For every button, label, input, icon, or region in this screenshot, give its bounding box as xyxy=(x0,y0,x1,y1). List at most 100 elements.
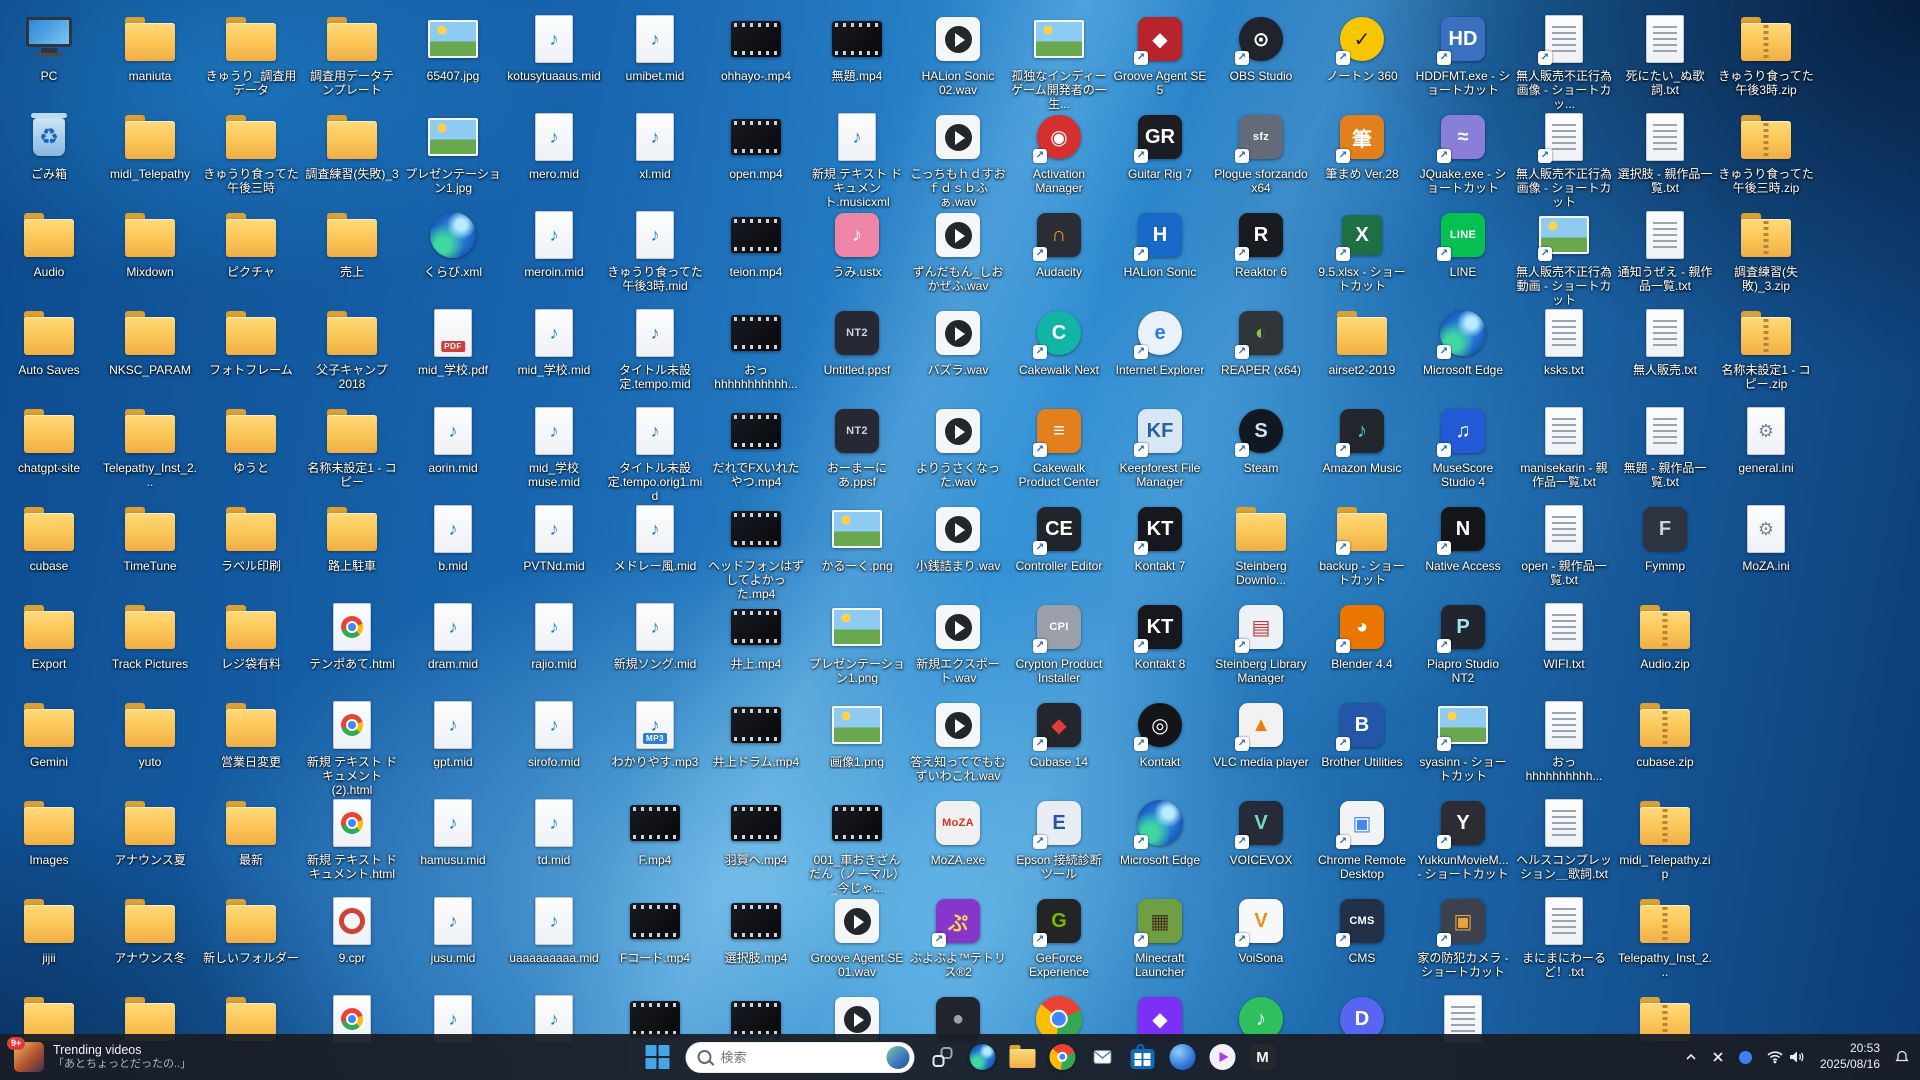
desktop-icon[interactable]: Telepathy_Inst_2... xyxy=(100,404,200,489)
desktop-icon[interactable]: 画像1.png xyxy=(807,698,907,769)
desktop-icon[interactable]: おっhhhhhhhhhh... xyxy=(1514,698,1614,783)
desktop-icon[interactable]: midi_Telepathy xyxy=(100,110,200,181)
desktop-icon[interactable]: テンポあて.html xyxy=(302,600,402,671)
desktop-icon[interactable]: Audio xyxy=(0,208,99,279)
desktop-icon[interactable]: GRGuitar Rig 7 xyxy=(1110,110,1210,181)
desktop-icon[interactable]: manisekarin - 親作品一覧.txt xyxy=(1514,404,1614,489)
desktop-icon[interactable]: ◕Blender 4.4 xyxy=(1312,600,1412,671)
desktop-icon[interactable]: ♪Amazon Music xyxy=(1312,404,1412,475)
desktop-icon[interactable]: 父子キャンプ2018 xyxy=(302,306,402,391)
desktop-icon[interactable]: だれでFXいれたやつ.mp4 xyxy=(706,404,806,489)
desktop-icon[interactable]: 営業日変更 xyxy=(201,698,301,769)
desktop-icon[interactable]: ♪MP3わかりやす.mp3 xyxy=(605,698,705,769)
desktop-icon[interactable]: ゆうと xyxy=(201,404,301,475)
desktop-icon[interactable]: YYukkunMovieM... - ショートカット xyxy=(1413,796,1513,881)
desktop-icon[interactable]: 9.cpr xyxy=(302,894,402,965)
desktop-icon[interactable]: アナウンス冬 xyxy=(100,894,200,965)
desktop-icon[interactable]: backup - ショートカット xyxy=(1312,502,1412,587)
desktop-icon[interactable]: 死にたい_ぬ歌詞.txt xyxy=(1615,12,1715,97)
desktop-icon[interactable]: KTKontakt 7 xyxy=(1110,502,1210,573)
desktop-icon[interactable]: Groove Agent SE 01.wav xyxy=(807,894,907,979)
desktop-icon[interactable]: ラベル印刷 xyxy=(201,502,301,573)
desktop-icon[interactable]: ▦Minecraft Launcher xyxy=(1110,894,1210,979)
desktop-icon[interactable]: NNative Access xyxy=(1413,502,1513,573)
desktop-icon[interactable]: ♪dram.mid xyxy=(403,600,503,671)
tray-app-blue-button[interactable] xyxy=(1732,1038,1759,1076)
desktop-icon[interactable]: ずんだもん_しおかぜふ.wav xyxy=(908,208,1008,293)
desktop-icon[interactable]: ▲VLC media player xyxy=(1211,698,1311,769)
desktop-icon[interactable]: Track Pictures xyxy=(100,600,200,671)
desktop-icon[interactable]: RReaktor 6 xyxy=(1211,208,1311,279)
desktop-icon[interactable]: CCakewalk Next xyxy=(1009,306,1109,377)
desktop-icon[interactable]: 無人販売不正行為動画 - ショートカット xyxy=(1514,208,1614,307)
taskbar-app-store[interactable] xyxy=(1123,1037,1163,1077)
desktop-icon[interactable]: teion.mp4 xyxy=(706,208,806,279)
desktop-icon[interactable]: HHALion Sonic xyxy=(1110,208,1210,279)
desktop-icon[interactable]: ♪新規ソング.mid xyxy=(605,600,705,671)
desktop-icon[interactable]: midi_Telepathy.zip xyxy=(1615,796,1715,881)
desktop-icon[interactable]: Auto Saves xyxy=(0,306,99,377)
desktop-icon[interactable]: ♪新規 テキスト ドキュメント.musicxml xyxy=(807,110,907,209)
desktop-icon[interactable]: レジ袋有料 xyxy=(201,600,301,671)
taskbar-app-file-explorer[interactable] xyxy=(1003,1037,1043,1077)
desktop-icon[interactable]: ♪uaaaaaaaaa.mid xyxy=(504,894,604,965)
desktop-icon[interactable]: airset2-2019 xyxy=(1312,306,1412,377)
desktop-icon[interactable]: 無人販売不正行為画像 - ショートカッ... xyxy=(1514,12,1614,111)
desktop-icon[interactable]: CPICrypton Product Installer xyxy=(1009,600,1109,685)
desktop-icon[interactable]: きゅうり食ってた午後三時 xyxy=(201,110,301,195)
notification-button[interactable] xyxy=(1888,1038,1916,1076)
desktop-icon[interactable]: きゅうり食ってた午後三時.zip xyxy=(1716,110,1816,195)
desktop-icon[interactable]: sfzPlogue sforzando x64 xyxy=(1211,110,1311,195)
desktop-icon[interactable]: open - 親作品一覧.txt xyxy=(1514,502,1614,587)
desktop-icon[interactable]: NT2Untitled.ppsf xyxy=(807,306,907,377)
desktop-icon[interactable]: PDFmid_学校.pdf xyxy=(403,306,503,377)
search-box[interactable] xyxy=(686,1042,915,1073)
desktop-icon[interactable]: ⚙general.ini xyxy=(1716,404,1816,475)
desktop-icon[interactable]: ≈JQuake.exe - ショートカット xyxy=(1413,110,1513,195)
desktop-icon[interactable]: ♪きゅうり食ってた午後3時.mid xyxy=(605,208,705,293)
desktop-icon[interactable]: アナウンス夏 xyxy=(100,796,200,867)
desktop-icon[interactable]: ヘッドフォンはずしてよかった.mp4 xyxy=(706,502,806,601)
desktop-icon[interactable]: ♪kotusytuaaus.mid xyxy=(504,12,604,83)
widgets-button[interactable]: 9+ Trending videos 「あとちょっとだったの..」 xyxy=(4,1034,201,1080)
desktop-icon[interactable]: くらび.xml xyxy=(403,208,503,279)
desktop-icon[interactable]: ◎Kontakt xyxy=(1110,698,1210,769)
desktop-icon[interactable]: Gemini xyxy=(0,698,99,769)
desktop-icon[interactable]: プレゼンテーション1.png xyxy=(807,600,907,685)
desktop-icon[interactable]: 羽賀ヘ.mp4 xyxy=(706,796,806,867)
taskbar-app-chrome[interactable] xyxy=(1043,1037,1083,1077)
taskbar-app-clipchamp[interactable] xyxy=(1203,1037,1243,1077)
desktop-icon[interactable]: ◆Cubase 14 xyxy=(1009,698,1109,769)
desktop-icon[interactable]: ksks.txt xyxy=(1514,306,1614,377)
desktop-icon[interactable]: ♪meroin.mid xyxy=(504,208,604,279)
desktop-icon[interactable]: ♪sirofo.mid xyxy=(504,698,604,769)
desktop-icon[interactable]: 新しいフォルダー xyxy=(201,894,301,965)
desktop-icon[interactable]: ⊙OBS Studio xyxy=(1211,12,1311,83)
desktop-icon[interactable]: ▣家の防犯カメラ - ショートカット xyxy=(1413,894,1513,979)
desktop-icon[interactable]: EEpson 接続診断ツール xyxy=(1009,796,1109,881)
desktop-icon[interactable]: ♪umibet.mid xyxy=(605,12,705,83)
desktop-icon[interactable]: 売上 xyxy=(302,208,402,279)
desktop-icon[interactable]: おっhhhhhhhhhhh... xyxy=(706,306,806,391)
desktop-icon[interactable]: WIFI.txt xyxy=(1514,600,1614,671)
tray-chevron-button[interactable] xyxy=(1678,1038,1704,1076)
tray-app-x-button[interactable] xyxy=(1705,1038,1731,1076)
desktop-icon[interactable]: BBrother Utilities xyxy=(1312,698,1412,769)
desktop-icon[interactable]: X9.5.xlsx - ショートカット xyxy=(1312,208,1412,293)
desktop-icon[interactable]: こっちもｈｄすおｆｄｓｂふぁ.wav xyxy=(908,110,1008,209)
desktop-icon[interactable]: HDHDDFMT.exe - ショートカット xyxy=(1413,12,1513,97)
desktop-icon[interactable]: 無題.mp4 xyxy=(807,12,907,83)
desktop-icon[interactable]: Audio.zip xyxy=(1615,600,1715,671)
desktop-icon[interactable]: ◐REAPER (x64) xyxy=(1211,306,1311,377)
desktop-icon[interactable]: 無人販売.txt xyxy=(1615,306,1715,377)
desktop-icon[interactable]: 調査練習(失敗)_3 xyxy=(302,110,402,181)
search-input[interactable] xyxy=(719,1049,880,1066)
desktop-icon[interactable]: 無題 - 親作品一覧.txt xyxy=(1615,404,1715,489)
desktop-icon[interactable]: ♻ごみ箱 xyxy=(0,110,99,181)
desktop-icon[interactable]: 調査練習(失敗)_3.zip xyxy=(1716,208,1816,293)
desktop-icon[interactable]: 調査用データテンプレート xyxy=(302,12,402,97)
desktop-icon[interactable]: ♪タイトル未設定.tempo.mid xyxy=(605,306,705,391)
taskbar-app-task-view[interactable] xyxy=(923,1037,963,1077)
desktop-icon[interactable]: Fコード.mp4 xyxy=(605,894,705,965)
desktop-icon[interactable]: バズラ.wav xyxy=(908,306,1008,377)
